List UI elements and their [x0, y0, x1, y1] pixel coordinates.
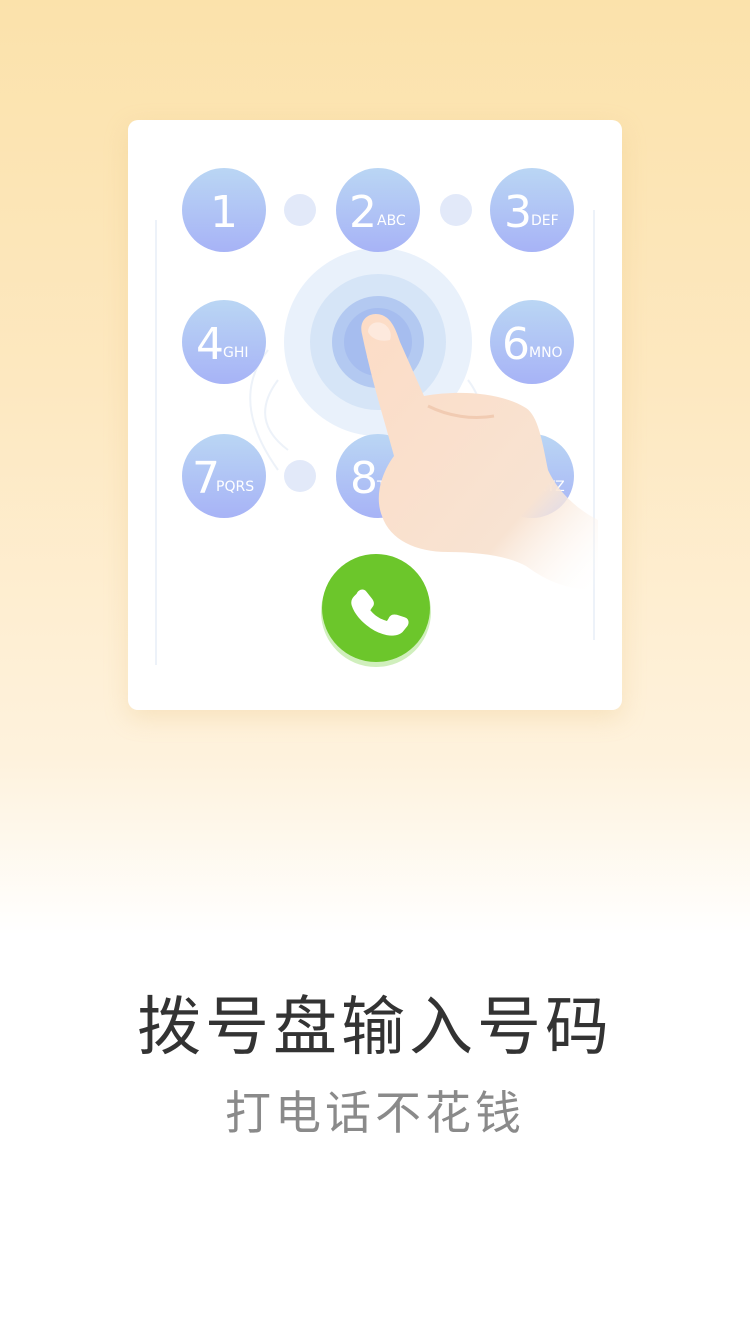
separator-dot	[440, 194, 472, 226]
dial-key-letters: ABC	[377, 213, 406, 229]
separator-dot	[284, 460, 316, 492]
illustration-card: 1 2 ABC 3 DEF 4 GHI 5 6 MNO	[128, 120, 622, 710]
dial-key-digit: 4	[196, 319, 224, 370]
dial-key-4: 4 GHI	[182, 300, 266, 384]
dial-key-7: 7 PQRS	[182, 434, 266, 518]
onboarding-title: 拨号盘输入号码	[137, 991, 613, 1065]
dial-key-1: 1	[182, 168, 266, 252]
dial-key-letters: GHI	[223, 345, 249, 361]
dial-key-digit: 2	[349, 187, 377, 238]
dial-key-letters: DEF	[531, 213, 559, 229]
dial-key-digit: 6	[502, 319, 530, 370]
dial-key-letters: PQRS	[216, 479, 254, 495]
dial-key-digit: 3	[504, 187, 532, 238]
dial-key-2: 2 ABC	[336, 168, 420, 252]
separator-dot	[284, 194, 316, 226]
dial-key-digit: 8	[350, 453, 378, 504]
dial-key-6: 6 MNO	[490, 300, 574, 384]
dial-key-3: 3 DEF	[490, 168, 574, 252]
dialpad-illustration: 1 2 ABC 3 DEF 4 GHI 5 6 MNO	[155, 168, 598, 667]
onboarding-subtitle: 打电话不花钱	[225, 1086, 525, 1140]
dial-key-letters: MNO	[529, 345, 563, 361]
call-button-illustration	[321, 554, 431, 667]
dial-key-digit: 1	[210, 187, 238, 238]
